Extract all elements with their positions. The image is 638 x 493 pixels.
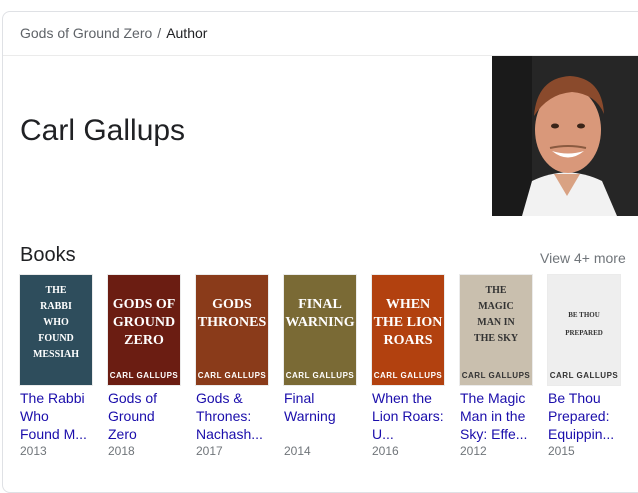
breadcrumb-parent-link[interactable]: Gods of Ground Zero [20, 25, 152, 41]
breadcrumb: Gods of Ground Zero / Author [20, 25, 207, 41]
book-title-line: Equippin... [548, 426, 615, 442]
book-cover-text: THRONES [197, 315, 267, 330]
book-cover-image[interactable]: BE THOU PREPARED CARL GALLUPS [548, 275, 620, 385]
book-title-line: Who [20, 408, 49, 424]
book-year: 2015 [548, 444, 575, 458]
book-cover-author: CARL GALLUPS [549, 371, 619, 380]
book-card[interactable]: GODS THRONES CARL GALLUPS Gods & Thrones: Nac… [196, 275, 270, 459]
book-title-link[interactable]: The Rabbi Who Found M... [20, 389, 96, 443]
book-title-line: Nachash... [196, 426, 263, 442]
book-cover-image[interactable]: THE MAGIC MAN IN THE SKY CARL GALLUPS [460, 275, 532, 385]
book-title-line: When the [372, 390, 432, 406]
book-cover-text: RABBI [40, 301, 72, 312]
book-title-line: Prepared: [548, 408, 610, 424]
book-title-line: Man in the [460, 408, 526, 424]
book-card[interactable]: THE RABBI WHO FOUND MESSIAH The Rabbi Who Found… [20, 275, 94, 459]
book-title-line: Zero [108, 426, 137, 442]
book-cover-text: MAN IN [477, 317, 515, 328]
book-cover-image[interactable]: THE RABBI WHO FOUND MESSIAH [20, 275, 92, 385]
book-cover-text: WARNING [285, 315, 355, 330]
book-year: 2018 [108, 444, 135, 458]
book-cover-text: PREPARED [565, 329, 603, 337]
book-title-line: Gods of [108, 390, 158, 406]
book-title-line: Lion Roars: [372, 408, 444, 424]
book-title-line: U... [372, 426, 394, 442]
book-year: 2017 [196, 444, 223, 458]
book-cover-text: BE THOU [568, 311, 600, 319]
book-cover-text: FOUND [38, 333, 74, 344]
book-title-line: Sky: Effe... [460, 426, 528, 442]
book-cover-image[interactable]: GODS THRONES CARL GALLUPS [196, 275, 268, 385]
book-cover-text: ZERO [124, 333, 164, 348]
book-cover-text: WHO [43, 317, 69, 328]
book-cover-text: THE [485, 285, 507, 296]
book-cover-text: MAGIC [478, 301, 514, 312]
book-cover-text: ROARS [383, 333, 433, 348]
book-title-line: Warning [284, 408, 336, 424]
book-cover-text: THE [45, 285, 67, 296]
book-cover-image[interactable]: FINAL WARNING CARL GALLUPS [284, 275, 356, 385]
author-photo[interactable] [492, 56, 638, 216]
book-title-line: The Magic [460, 390, 526, 406]
book-title-line: The Rabbi [20, 390, 85, 406]
books-heading: Books [20, 244, 76, 266]
book-title-link[interactable]: Gods & Thrones: Nachash... [196, 389, 272, 443]
book-card[interactable]: BE THOU PREPARED CARL GALLUPS Be Thou Prepar… [548, 275, 622, 459]
book-cover-text: FINAL [298, 297, 342, 312]
author-name: Carl Gallups [20, 114, 186, 147]
book-title-line: Gods & [196, 390, 243, 406]
book-title-link[interactable]: Final Warning [284, 389, 360, 443]
book-year: 2016 [372, 444, 399, 458]
book-title-line: Be Thou [548, 390, 601, 406]
book-cover-author: CARL GALLUPS [285, 371, 355, 380]
book-title-line: Ground [108, 408, 155, 424]
book-card[interactable]: THE MAGIC MAN IN THE SKY CARL GALLUPS The Mag… [460, 275, 534, 459]
book-title-link[interactable]: The Magic Man in the Sky: Effe... [460, 389, 536, 443]
author-portrait-image [492, 56, 638, 216]
book-cover-text: MESSIAH [32, 349, 80, 360]
book-cover-image[interactable]: WHEN THE LION ROARS CARL GALLUPS [372, 275, 444, 385]
book-cover-text: GODS OF [112, 297, 176, 312]
book-cover-author: CARL GALLUPS [461, 371, 531, 380]
book-title-line: Final [284, 390, 315, 406]
book-year: 2014 [284, 444, 311, 458]
book-cover-text: THE SKY [473, 333, 519, 344]
view-more-link[interactable]: View 4+ more [540, 250, 626, 266]
breadcrumb-separator: / [157, 25, 162, 41]
knowledge-panel-card: Gods of Ground Zero / Author Carl Gallups … [2, 11, 638, 493]
book-cover-text: GODS [212, 297, 252, 312]
book-cover-author: CARL GALLUPS [373, 371, 443, 380]
book-cover-text: WHEN [385, 297, 431, 312]
book-cover-image[interactable]: GODS OF GROUND ZERO CARL GALLUPS [108, 275, 180, 385]
book-cover-author: CARL GALLUPS [109, 371, 179, 380]
book-cover-text: THE LION [373, 315, 443, 330]
book-cover-text: GROUND [112, 315, 176, 330]
breadcrumb-current: Author [166, 25, 208, 41]
book-cover-author: CARL GALLUPS [197, 371, 267, 380]
book-card[interactable]: WHEN THE LION ROARS CARL GALLUPS When the Lio… [372, 275, 446, 459]
book-year: 2012 [460, 444, 487, 458]
book-title-link[interactable]: When the Lion Roars: U... [372, 389, 448, 443]
book-title-link[interactable]: Gods of Ground Zero [108, 389, 184, 443]
book-title-link[interactable]: Be Thou Prepared: Equippin... [548, 389, 624, 443]
book-title-line: Thrones: [196, 408, 252, 424]
book-title-line: Found M... [20, 426, 87, 442]
book-card[interactable]: GODS OF GROUND ZERO CARL GALLUPS Gods of Grou… [108, 275, 182, 459]
book-year: 2013 [20, 444, 47, 458]
book-card[interactable]: FINAL WARNING CARL GALLUPS Final Warning 2014 [284, 275, 358, 459]
